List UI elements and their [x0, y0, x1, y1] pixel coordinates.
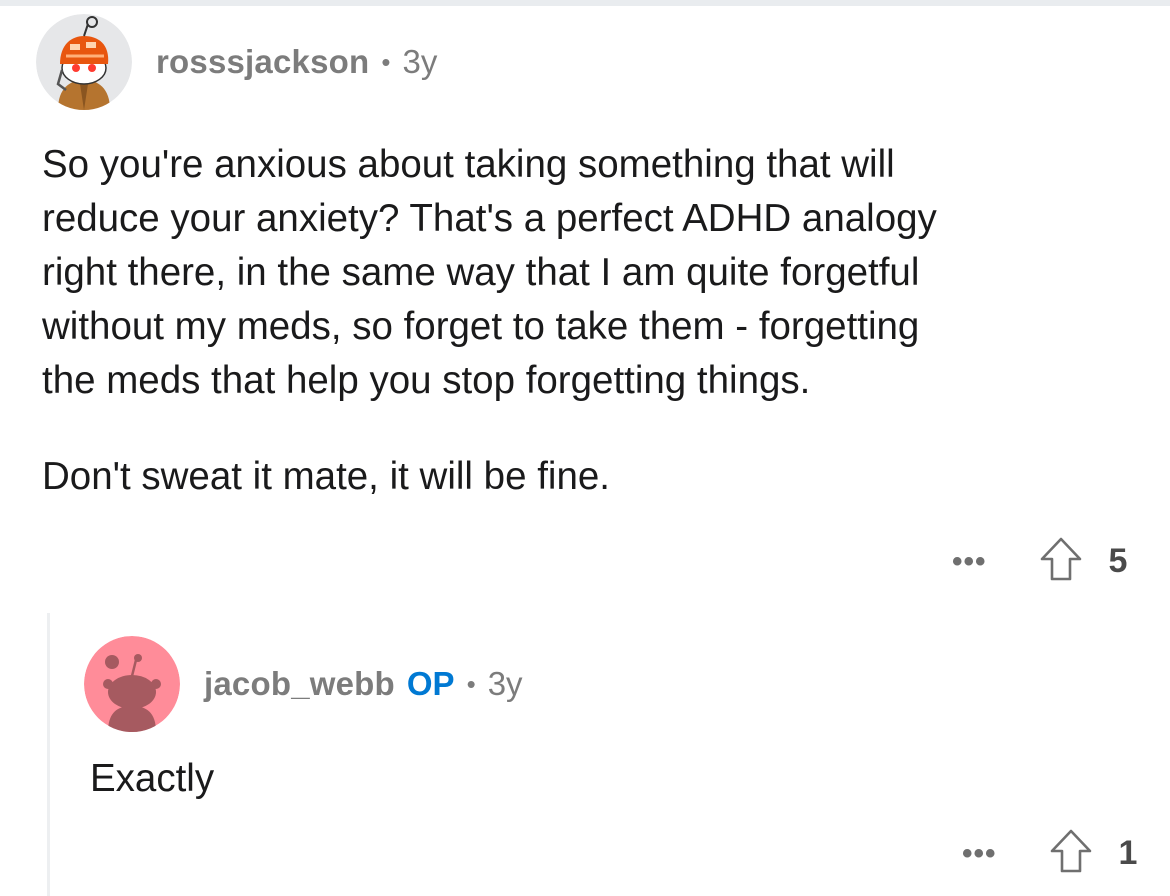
- comment-age: 3y: [402, 43, 438, 80]
- username[interactable]: rosssjackson: [156, 43, 369, 81]
- comment-line: So you're anxious about taking something…: [42, 143, 895, 186]
- comment-body: So you're anxious about taking something…: [42, 138, 1136, 504]
- upvote-button[interactable]: 1: [1049, 828, 1138, 879]
- comment-line: reduce your anxiety? That's a perfect AD…: [42, 197, 937, 240]
- comment-line: right there, in the same way that I am q…: [42, 251, 920, 294]
- comment-age: 3y: [487, 665, 523, 702]
- vote-score: 1: [1118, 834, 1138, 872]
- comment-rosssjackson: rosssjackson • 3y So you're anxious abou…: [36, 14, 1136, 504]
- top-divider: [0, 0, 1170, 6]
- comment-line: without my meds, so forget to take them …: [42, 305, 920, 348]
- comment-meta: rosssjackson • 3y: [156, 43, 437, 81]
- snoo-avatar-pink-icon[interactable]: [84, 636, 180, 732]
- comment-header: rosssjackson • 3y: [36, 14, 1136, 110]
- more-options-button[interactable]: •••: [952, 545, 987, 579]
- comment-jacob-webb: jacob_webb OP • 3y Exactly: [84, 636, 1084, 806]
- comment-line: Exactly: [90, 757, 215, 800]
- thread-line[interactable]: [47, 613, 50, 896]
- comment-actions: ••• 5: [952, 536, 1127, 587]
- vote-score: 5: [1108, 542, 1128, 580]
- comment-header: jacob_webb OP • 3y: [84, 636, 1084, 732]
- op-badge: OP: [406, 665, 455, 702]
- upvote-button[interactable]: 5: [1039, 536, 1128, 587]
- upvote-arrow-icon[interactable]: [1049, 828, 1093, 879]
- comment-closing: Don't sweat it mate, it will be fine.: [42, 455, 610, 498]
- comment-actions: ••• 1: [962, 828, 1137, 879]
- comment-body: Exactly: [90, 752, 1084, 806]
- separator-dot: •: [381, 46, 391, 77]
- upvote-arrow-icon[interactable]: [1039, 536, 1083, 587]
- more-options-button[interactable]: •••: [962, 837, 997, 871]
- comment-meta: jacob_webb OP • 3y: [204, 665, 523, 703]
- separator-dot: •: [466, 668, 476, 699]
- comment-thread: rosssjackson • 3y So you're anxious abou…: [0, 0, 1170, 896]
- comment-line: the meds that help you stop forgetting t…: [42, 359, 811, 402]
- snoo-avatar-orange-helmet-icon[interactable]: [36, 14, 132, 110]
- username[interactable]: jacob_webb: [204, 665, 395, 703]
